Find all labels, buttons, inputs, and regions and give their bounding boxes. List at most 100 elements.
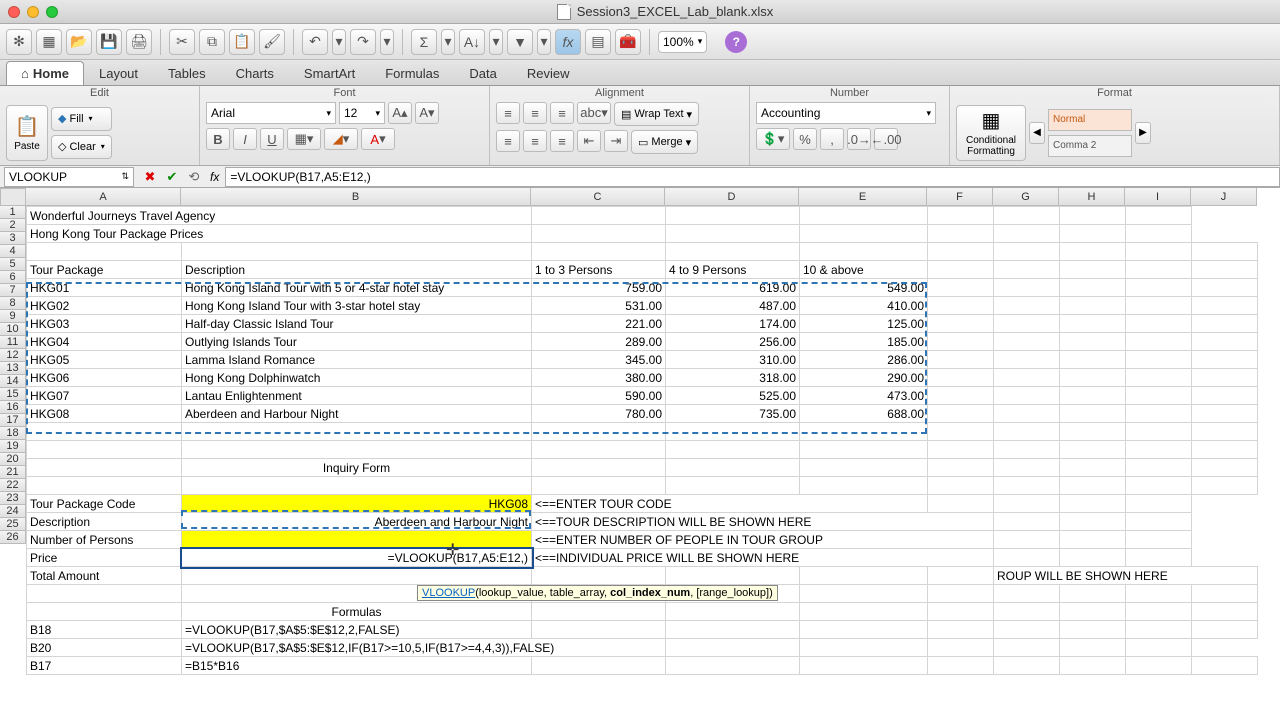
bold-icon[interactable]: B bbox=[206, 128, 230, 150]
row-header[interactable]: 7 bbox=[0, 284, 26, 297]
cell[interactable]: 487.00 bbox=[666, 297, 800, 315]
cell[interactable]: Wonderful Journeys Travel Agency bbox=[27, 207, 532, 225]
cell[interactable]: HKG05 bbox=[27, 351, 182, 369]
fill-button[interactable]: ◆Fill▾ bbox=[51, 107, 112, 131]
autosum-icon[interactable]: Σ bbox=[411, 29, 437, 55]
decrease-decimal-icon[interactable]: .0→ bbox=[847, 128, 871, 150]
wrap-text-button[interactable]: ▤ Wrap Text ▾ bbox=[614, 102, 699, 126]
row-header[interactable]: 19 bbox=[0, 440, 26, 453]
cut-icon[interactable]: ✂ bbox=[169, 29, 195, 55]
cell[interactable]: 345.00 bbox=[532, 351, 666, 369]
row-header[interactable]: 1 bbox=[0, 206, 26, 219]
tab-formulas[interactable]: Formulas bbox=[370, 61, 454, 85]
undo-dropdown[interactable]: ▾ bbox=[332, 29, 346, 55]
name-box[interactable]: VLOOKUP⇅ bbox=[4, 167, 134, 187]
paste-button[interactable]: 📋Paste bbox=[6, 105, 48, 161]
number-format-select[interactable]: Accounting▾ bbox=[756, 102, 936, 124]
cell[interactable]: 221.00 bbox=[532, 315, 666, 333]
cell[interactable]: 619.00 bbox=[666, 279, 800, 297]
row-header[interactable]: 21 bbox=[0, 466, 26, 479]
row-header[interactable]: 12 bbox=[0, 349, 26, 362]
cell[interactable]: 780.00 bbox=[532, 405, 666, 423]
col-header[interactable]: E bbox=[799, 188, 927, 206]
tab-tables[interactable]: Tables bbox=[153, 61, 221, 85]
align-left-icon[interactable]: ≡ bbox=[496, 130, 520, 152]
row-header[interactable]: 25 bbox=[0, 518, 26, 531]
col-header[interactable]: D bbox=[665, 188, 799, 206]
percent-icon[interactable]: % bbox=[793, 128, 817, 150]
row-header[interactable]: 9 bbox=[0, 310, 26, 323]
copy-icon[interactable]: ⧉ bbox=[199, 29, 225, 55]
cell[interactable]: Description bbox=[182, 261, 532, 279]
cell[interactable]: 473.00 bbox=[800, 387, 928, 405]
worksheet[interactable]: A B C D E F G H I J Wonderful Journeys T… bbox=[26, 188, 1258, 720]
cell[interactable]: 410.00 bbox=[800, 297, 928, 315]
comma-icon[interactable]: , bbox=[820, 128, 844, 150]
cell[interactable]: B20 bbox=[27, 639, 182, 657]
paste-icon[interactable]: 📋 bbox=[229, 29, 255, 55]
styles-prev-icon[interactable]: ◀ bbox=[1029, 122, 1045, 144]
cell[interactable]: Half-day Classic Island Tour bbox=[182, 315, 532, 333]
align-middle-icon[interactable]: ≡ bbox=[523, 102, 547, 124]
zoom-icon[interactable] bbox=[46, 6, 58, 18]
font-color-icon[interactable]: A▾ bbox=[361, 128, 395, 150]
row-header[interactable]: 20 bbox=[0, 453, 26, 466]
row-header[interactable]: 8 bbox=[0, 297, 26, 310]
cell[interactable]: B17 bbox=[27, 657, 182, 675]
redo-dropdown[interactable]: ▾ bbox=[380, 29, 394, 55]
cell[interactable]: <==ENTER TOUR CODE bbox=[532, 495, 928, 513]
tab-review[interactable]: Review bbox=[512, 61, 585, 85]
autosum-dropdown[interactable]: ▾ bbox=[441, 29, 455, 55]
cell[interactable]: B18 bbox=[27, 621, 182, 639]
fill-color-icon[interactable]: ◢▾ bbox=[324, 128, 358, 150]
merge-button[interactable]: ▭ Merge ▾ bbox=[631, 130, 698, 154]
cell[interactable]: HKG04 bbox=[27, 333, 182, 351]
cell[interactable]: Tour Package Code bbox=[27, 495, 182, 513]
shrink-font-icon[interactable]: A▾ bbox=[415, 102, 439, 124]
row-header[interactable]: 11 bbox=[0, 336, 26, 349]
cell[interactable]: Price bbox=[27, 549, 182, 567]
style-comma2[interactable]: Comma 2 bbox=[1048, 135, 1132, 157]
cell[interactable]: Total Amount bbox=[27, 567, 182, 585]
align-top-icon[interactable]: ≡ bbox=[496, 102, 520, 124]
indent-decrease-icon[interactable]: ⇤ bbox=[577, 130, 601, 152]
formula-input[interactable]: =VLOOKUP(B17,A5:E12,) bbox=[225, 167, 1280, 187]
font-name-select[interactable]: Arial▾ bbox=[206, 102, 336, 124]
cell[interactable]: 531.00 bbox=[532, 297, 666, 315]
cell[interactable]: 10 & above bbox=[800, 261, 928, 279]
row-header[interactable]: 22 bbox=[0, 479, 26, 492]
template-icon[interactable]: ▦ bbox=[36, 29, 62, 55]
cell[interactable]: 688.00 bbox=[800, 405, 928, 423]
cell[interactable]: HKG02 bbox=[27, 297, 182, 315]
minimize-icon[interactable] bbox=[27, 6, 39, 18]
italic-icon[interactable]: I bbox=[233, 128, 257, 150]
col-header[interactable]: J bbox=[1191, 188, 1257, 206]
cell[interactable]: 549.00 bbox=[800, 279, 928, 297]
undo-icon[interactable]: ↶ bbox=[302, 29, 328, 55]
cell[interactable]: 256.00 bbox=[666, 333, 800, 351]
row-header[interactable]: 2 bbox=[0, 219, 26, 232]
fx-icon[interactable]: fx bbox=[555, 29, 581, 55]
style-normal[interactable]: Normal bbox=[1048, 109, 1132, 131]
cell[interactable]: <==ENTER NUMBER OF PEOPLE IN TOUR GROUP bbox=[532, 531, 994, 549]
cell[interactable]: Inquiry Form bbox=[182, 459, 532, 477]
cell[interactable]: Lantau Enlightenment bbox=[182, 387, 532, 405]
col-header[interactable]: C bbox=[531, 188, 665, 206]
cell[interactable]: Aberdeen and Harbour Night bbox=[182, 405, 532, 423]
cell[interactable]: 525.00 bbox=[666, 387, 800, 405]
currency-icon[interactable]: 💲▾ bbox=[756, 128, 790, 150]
cell[interactable]: 759.00 bbox=[532, 279, 666, 297]
row-header[interactable]: 4 bbox=[0, 245, 26, 258]
col-header[interactable]: G bbox=[993, 188, 1059, 206]
col-header[interactable]: I bbox=[1125, 188, 1191, 206]
cell[interactable]: Outlying Islands Tour bbox=[182, 333, 532, 351]
cell[interactable]: <==TOUR DESCRIPTION WILL BE SHOWN HERE bbox=[532, 513, 994, 531]
cell[interactable]: Hong Kong Dolphinwatch bbox=[182, 369, 532, 387]
row-header[interactable]: 23 bbox=[0, 492, 26, 505]
row-header[interactable]: 13 bbox=[0, 362, 26, 375]
cell[interactable]: 286.00 bbox=[800, 351, 928, 369]
select-all-corner[interactable] bbox=[0, 188, 26, 206]
grow-font-icon[interactable]: A▴ bbox=[388, 102, 412, 124]
row-header[interactable]: 3 bbox=[0, 232, 26, 245]
cell[interactable]: ROUP WILL BE SHOWN HERE bbox=[994, 567, 1258, 585]
